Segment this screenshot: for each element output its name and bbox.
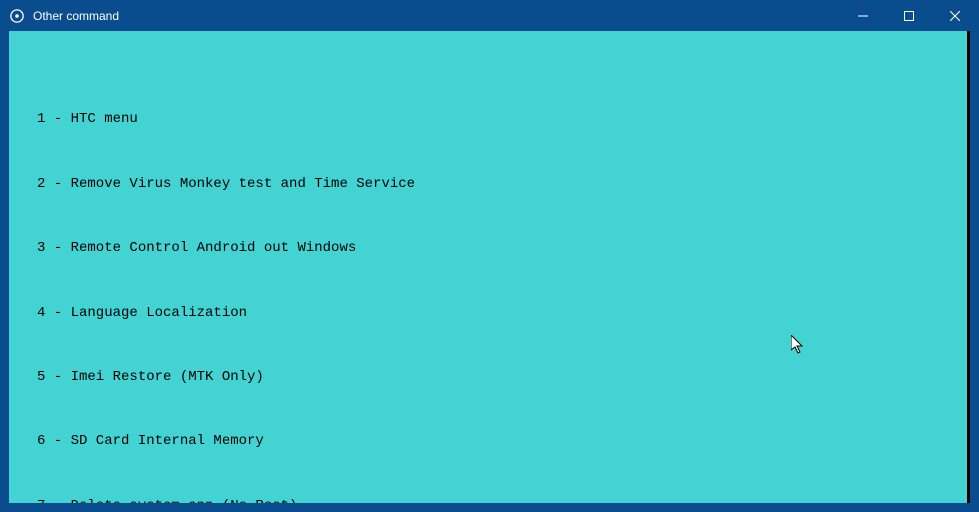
window-controls: [840, 1, 978, 31]
minimize-button[interactable]: [840, 1, 886, 31]
menu-item: 4 - Language Localization: [9, 305, 967, 321]
menu-item: 2 - Remove Virus Monkey test and Time Se…: [9, 176, 967, 192]
menu-item: 1 - HTC menu: [9, 111, 967, 127]
maximize-button[interactable]: [886, 1, 932, 31]
window-title: Other command: [33, 9, 840, 23]
menu-item: 7 - Delete system app (No Root): [9, 498, 967, 503]
app-window: Other command 1 - HTC menu 2 - Remove Vi…: [0, 0, 979, 512]
titlebar[interactable]: Other command: [1, 1, 978, 31]
app-icon: [9, 8, 25, 24]
menu-item: 5 - Imei Restore (MTK Only): [9, 369, 967, 385]
terminal-output[interactable]: 1 - HTC menu 2 - Remove Virus Monkey tes…: [9, 31, 970, 503]
menu-item: 6 - SD Card Internal Memory: [9, 433, 967, 449]
terminal-content: 1 - HTC menu 2 - Remove Virus Monkey tes…: [9, 63, 967, 503]
menu-item: 3 - Remote Control Android out Windows: [9, 240, 967, 256]
close-button[interactable]: [932, 1, 978, 31]
